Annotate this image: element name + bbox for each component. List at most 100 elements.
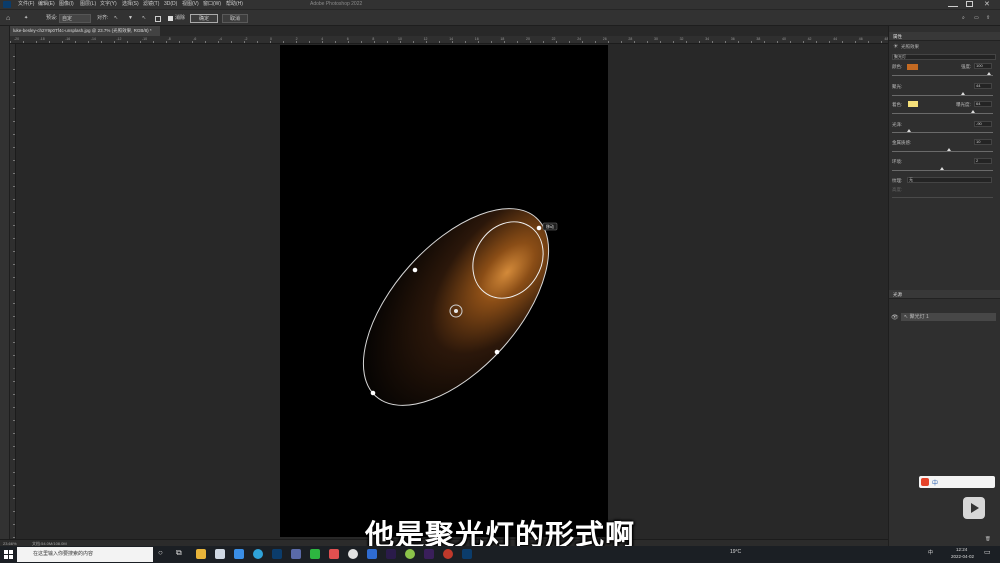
maximize-icon[interactable] [966,1,973,7]
light-type-select[interactable]: 聚光灯 [892,54,996,60]
lights-panel-title[interactable]: 光源 [889,290,1000,299]
taskbar-search-input[interactable]: 在这里输入你要搜索的内容 [17,547,153,562]
coloring-swatch[interactable] [908,101,918,107]
menu-filter[interactable]: 滤镜(T) [143,1,159,8]
exposure-slider[interactable] [892,113,993,114]
task-view-icon[interactable]: ⧉ [176,548,182,558]
gloss-input[interactable]: -90 [974,121,992,127]
app-icon[interactable] [443,549,453,559]
ambience-input[interactable]: 2 [974,158,992,164]
ruler-number: -4 [218,37,222,41]
ambience-slider[interactable] [892,170,993,171]
ruler-number: -8 [167,37,171,41]
light-center-dot[interactable] [454,309,458,313]
intensity-input[interactable]: 100 [974,63,992,69]
light-handle-top[interactable] [536,225,542,231]
menu-help[interactable]: 帮助(H) [226,1,243,8]
photoshop-active-icon[interactable] [462,549,472,559]
ime-toolbar[interactable]: 中 [919,476,995,488]
ruler-number: -10 [142,37,148,41]
light-color-swatch[interactable] [907,64,918,70]
metallic-slider-knob[interactable] [947,148,951,151]
preset-select[interactable]: 自定 [59,14,91,23]
workspace-icon[interactable]: ▭ [974,14,979,23]
menu-type[interactable]: 文字(Y) [100,1,117,8]
notification-icon[interactable]: ▭ [984,548,991,556]
ime-mode-icon[interactable]: 中 [932,478,938,487]
file-explorer-icon[interactable] [196,549,206,559]
menu-view[interactable]: 视图(V) [182,1,199,8]
menu-window[interactable]: 窗口(W) [203,1,221,8]
share-icon[interactable]: ⇪ [986,14,990,23]
play-icon [971,503,979,513]
menu-3d[interactable]: 3D(D) [164,1,177,8]
app-icon[interactable] [405,549,415,559]
clock-time[interactable]: 12:24 [956,547,967,552]
home-icon[interactable]: ⌂ [6,14,10,23]
app-icon[interactable] [291,549,301,559]
store-icon[interactable] [215,549,225,559]
edge-icon[interactable] [253,549,263,559]
search-icon[interactable]: ⌕ [962,14,965,23]
hotspot-slider[interactable] [892,95,993,96]
exposure-slider-knob[interactable] [971,110,975,113]
ok-button[interactable]: 确定 [190,14,218,23]
metallic-slider[interactable] [892,151,993,152]
gloss-slider[interactable] [892,132,993,133]
close-icon[interactable]: ✕ [984,0,990,8]
video-play-button[interactable] [963,497,985,519]
ime-indicator[interactable]: 中 [928,549,933,556]
ruler-number: 2 [295,37,298,41]
light-handle-left[interactable] [412,267,418,273]
light-handle-bottom[interactable] [370,390,376,396]
after-effects-icon[interactable] [386,549,396,559]
canvas-image[interactable]: 移动 [280,45,608,537]
menu-file[interactable]: 文件(F) [18,1,34,8]
hotspot-label: 聚光: [892,84,903,89]
visibility-eye-icon[interactable]: 👁 [891,314,899,321]
image-canvas[interactable]: 移动 [280,45,608,537]
photoshop-taskbar-icon[interactable] [272,549,282,559]
app-icon[interactable] [367,549,377,559]
color-label: 颜色: [892,64,903,69]
document-tab-bar: luke-besley-ch2Y9p0Tf4c-unsplash.jpg @ 2… [10,26,888,36]
ruler-number: 18 [500,37,505,41]
intensity-slider-knob[interactable] [987,72,991,75]
hotspot-slider-knob[interactable] [961,92,965,95]
light-spot-icon[interactable]: ↖ [114,14,118,23]
document-tab[interactable]: luke-besley-ch2Y9p0Tf4c-unsplash.jpg @ 2… [10,26,160,36]
media-encoder-icon[interactable] [424,549,434,559]
metallic-input[interactable]: 10 [974,139,992,145]
ruler-number: 0 [270,37,272,41]
windows-start-button[interactable] [0,546,16,563]
exposure-input[interactable]: 64 [974,101,992,107]
light-handle-right[interactable] [494,349,500,355]
menu-layer[interactable]: 图层(L) [80,1,96,8]
clock-date[interactable]: 2022-04-02 [951,554,974,559]
wechat-icon[interactable] [310,549,320,559]
minimize-icon[interactable] [948,1,958,7]
cortana-icon[interactable]: ○ [158,548,163,557]
chrome-icon[interactable] [348,549,358,559]
cancel-button[interactable]: 取消 [222,14,248,23]
checkbox-icon[interactable] [155,16,161,22]
hotspot-input[interactable]: 44 [974,83,992,89]
screen-capture-icon[interactable] [329,549,339,559]
texture-select[interactable]: 无 [907,177,992,183]
light-infinite-icon[interactable]: ▼ [128,14,133,23]
light-point-icon[interactable]: ↖ [142,14,146,23]
mail-icon[interactable] [234,549,244,559]
ambience-label: 环境: [892,159,903,164]
menu-edit[interactable]: 编辑(E) [38,1,55,8]
weather-text[interactable]: 19°C [730,549,741,555]
ambience-slider-knob[interactable] [940,167,944,170]
menu-select[interactable]: 选择(S) [122,1,139,8]
light-tool-icon[interactable]: ✦ [24,14,28,23]
gloss-label: 光泽: [892,122,903,127]
menu-image[interactable]: 图像(I) [59,1,74,8]
properties-panel-title[interactable]: 属性 [889,32,1000,41]
checkbox-checked[interactable] [168,16,173,21]
intensity-slider[interactable] [892,75,993,76]
gloss-slider-knob[interactable] [907,129,911,132]
light-list-item[interactable]: ↖ 聚光灯 1 [901,313,996,321]
